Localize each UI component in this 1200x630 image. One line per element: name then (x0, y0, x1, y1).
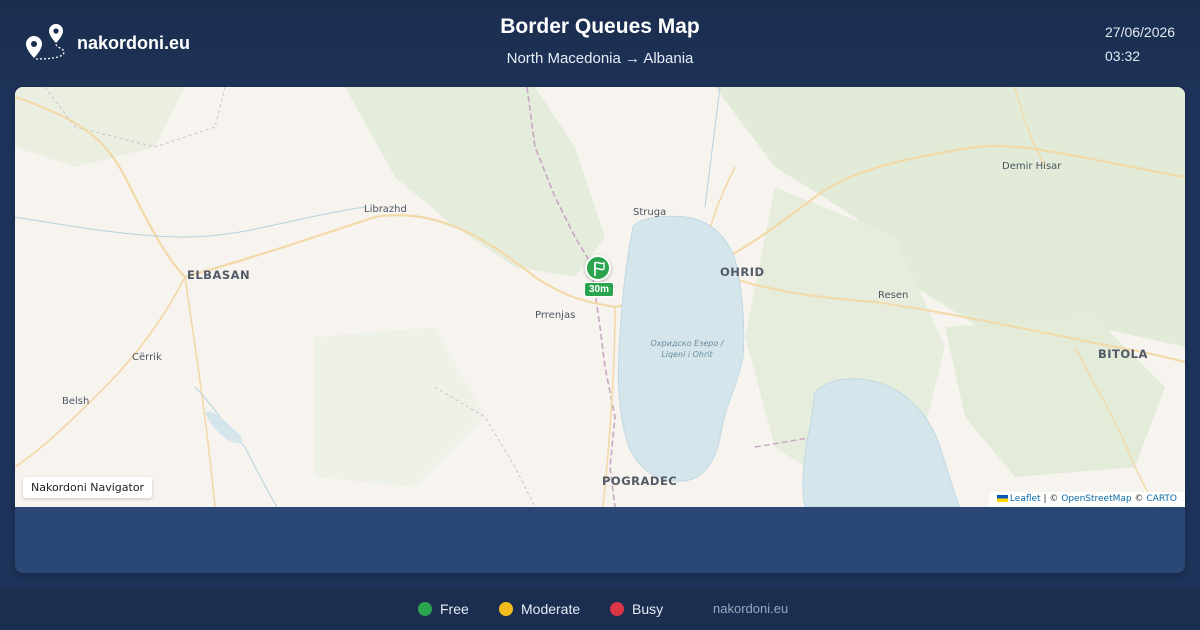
border-crossing-marker[interactable] (585, 255, 611, 281)
free-status-dot (418, 602, 432, 616)
town-label: Struga (633, 207, 667, 218)
attribution-separator: © (1134, 494, 1144, 504)
flag-icon (594, 261, 605, 276)
time-display: 03:32 (1105, 48, 1141, 64)
date-display: 27/06/2026 (1105, 24, 1176, 40)
city-label: POGRADEC (602, 474, 678, 488)
forest-area (345, 87, 605, 277)
legend-free-label: Free (440, 601, 469, 617)
small-lake (205, 411, 243, 444)
city-label: ELBASAN (187, 268, 251, 282)
map-attribution: Leaflet | © OpenStreetMap © CARTO (988, 492, 1185, 507)
footer-site-link[interactable]: nakordoni.eu (713, 601, 788, 616)
river (704, 87, 721, 208)
town-label: Demir Hisar (1002, 161, 1062, 172)
busy-status-dot (610, 602, 624, 616)
wait-time-badge[interactable]: 30m (584, 282, 615, 297)
carto-link[interactable]: CARTO (1146, 494, 1177, 504)
town-label: Prrenjas (535, 310, 576, 321)
town-label: Cërrik (132, 352, 162, 363)
page-title: Border Queues Map (500, 15, 700, 38)
lake-label-line: Охридско Езеро / (650, 339, 724, 348)
forest-area (15, 87, 185, 167)
forest-area (945, 317, 1165, 477)
forest-area (315, 327, 485, 487)
legend-moderate-label: Moderate (521, 601, 581, 617)
moderate-status-dot (499, 602, 513, 616)
map-basemap (15, 87, 1185, 507)
leaflet-link[interactable]: Leaflet (1010, 494, 1041, 504)
navigator-label[interactable]: Nakordoni Navigator (23, 477, 153, 498)
ukraine-flag-icon (996, 495, 1008, 502)
town-label: Belsh (62, 396, 90, 407)
lake-label-line: Liqeni i Ohrit (661, 350, 713, 359)
river (194, 386, 278, 507)
town-label: Librazhd (364, 204, 407, 215)
header: nakordoni.eu Border Queues Map North Mac… (0, 0, 1200, 86)
lake-prespa (802, 378, 961, 507)
map-panel: ELBASAN Librazhd Cërrik Belsh Prrenjas S… (15, 87, 1185, 573)
city-label: BITOLA (1098, 347, 1148, 361)
lake-label: Охридско Езеро / Liqeni i Ohrit (635, 338, 739, 360)
river (15, 206, 366, 238)
osm-link[interactable]: OpenStreetMap (1061, 494, 1131, 504)
town-label: Resen (878, 290, 909, 301)
footer-legend: Free Moderate Busy nakordoni.eu (0, 588, 1200, 630)
map-view[interactable]: ELBASAN Librazhd Cërrik Belsh Prrenjas S… (15, 87, 1185, 507)
attribution-separator: | © (1043, 494, 1059, 504)
main-road (15, 276, 186, 468)
legend-busy-label: Busy (632, 601, 664, 617)
route-subtitle: North Macedonia → Albania (506, 50, 694, 67)
city-label: OHRID (720, 265, 765, 279)
